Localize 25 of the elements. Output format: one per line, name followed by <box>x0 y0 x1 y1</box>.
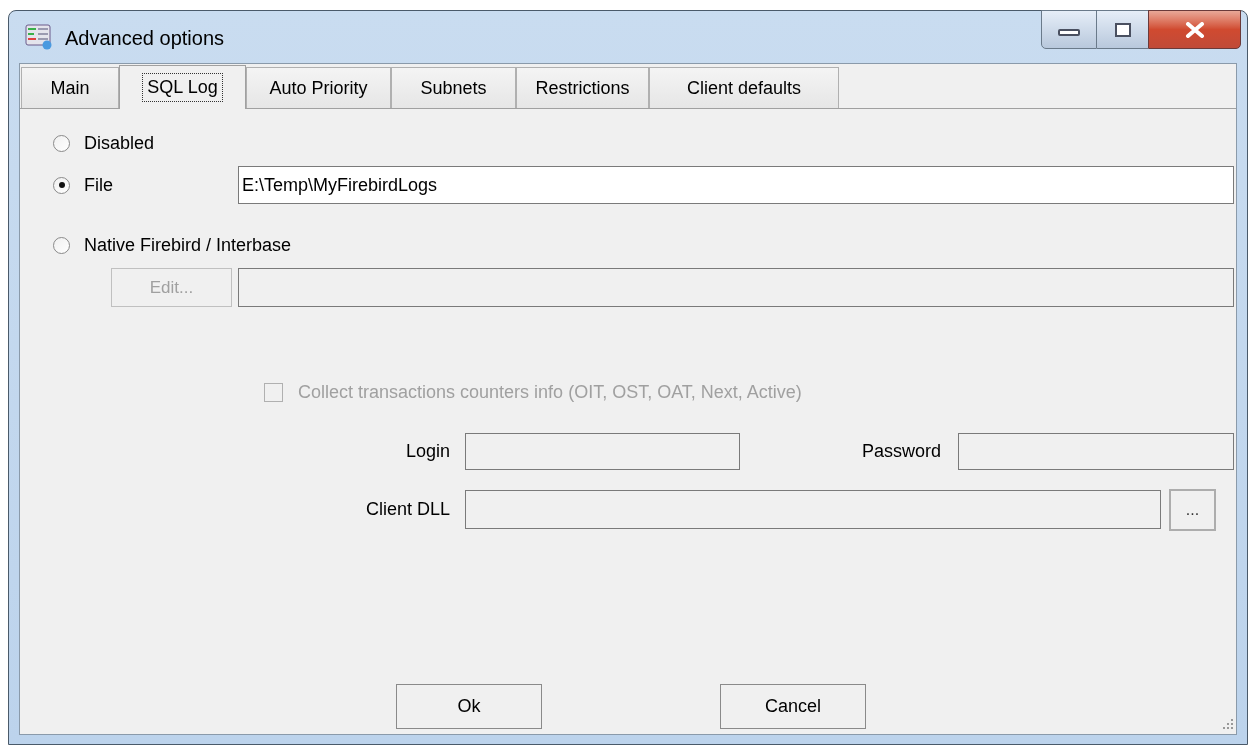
dialog-button[interactable]: Ok <box>396 684 542 729</box>
close-button[interactable] <box>1148 10 1241 49</box>
tab[interactable]: Subnets <box>391 67 516 108</box>
minimize-button[interactable] <box>1041 10 1097 49</box>
password-label: Password <box>860 440 941 463</box>
dialog-button[interactable]: Cancel <box>720 684 866 729</box>
maximize-button[interactable] <box>1097 10 1148 49</box>
radio-button[interactable] <box>53 134 70 152</box>
client-dll-label: Client DLL <box>364 498 450 521</box>
tab[interactable]: Client defaults <box>649 67 839 108</box>
tab[interactable]: SQL Log <box>119 65 246 109</box>
login-label: Login <box>404 440 450 463</box>
tab[interactable]: Main <box>21 67 119 108</box>
settings-panel-icon <box>25 24 53 50</box>
radio-label: Disabled <box>84 131 155 155</box>
close-icon <box>1184 21 1205 38</box>
checkbox-label: Collect transactions counters info (OIT, OST, OAT, Next, Active) <box>298 380 802 404</box>
file-path-field[interactable]: E:\Temp\MyFirebirdLogs <box>238 166 1234 204</box>
window-title: Advanced options <box>65 26 224 50</box>
radio-button[interactable] <box>53 176 70 194</box>
radio-label: Native Firebird / Interbase <box>84 233 292 257</box>
tab[interactable]: Auto Priority <box>246 67 391 108</box>
tab[interactable]: Restrictions <box>516 67 649 108</box>
radio-label: File <box>84 173 113 197</box>
radio-button[interactable] <box>53 236 70 254</box>
